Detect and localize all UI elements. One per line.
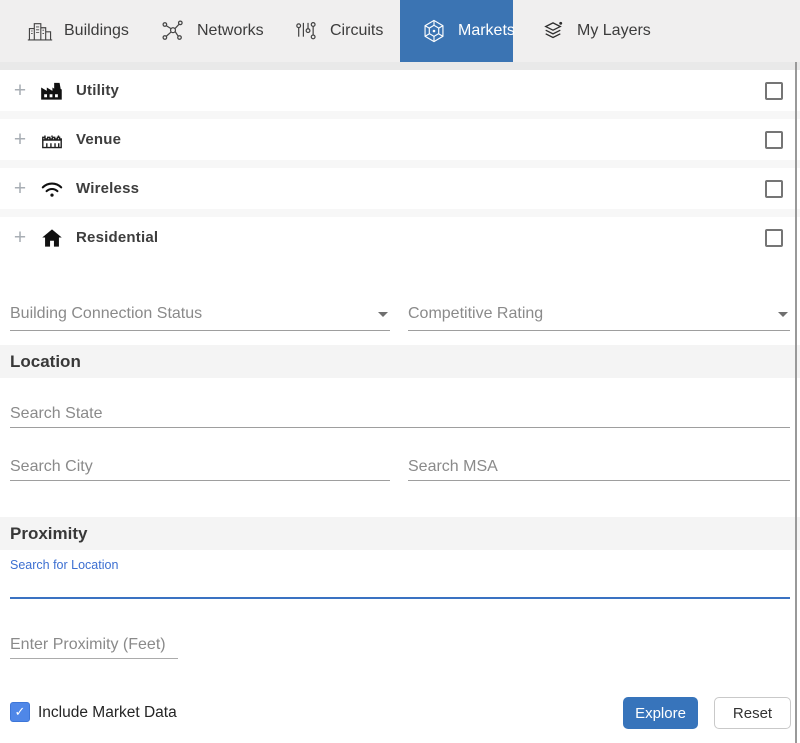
search-city-input[interactable] xyxy=(10,453,390,481)
search-state-input[interactable] xyxy=(10,400,790,428)
buildings-icon xyxy=(27,18,53,44)
tab-circuits[interactable]: Circuits xyxy=(266,0,400,62)
layer-label-venue: Venue xyxy=(76,131,122,148)
building-connection-status-value: Building Connection Status xyxy=(10,305,203,322)
expand-residential-button[interactable]: + xyxy=(10,227,30,248)
layers-icon xyxy=(540,18,566,44)
tab-markets-label: Markets xyxy=(458,22,515,39)
tab-markets[interactable]: Markets xyxy=(400,0,515,62)
include-market-data-checkbox[interactable]: ✓ xyxy=(10,702,30,722)
expand-venue-button[interactable]: + xyxy=(10,129,30,150)
venue-checkbox[interactable] xyxy=(765,131,783,149)
layer-label-utility: Utility xyxy=(76,82,120,99)
tab-circuits-label: Circuits xyxy=(330,22,384,39)
layer-label-residential: Residential xyxy=(76,229,159,246)
layer-row-venue: + Venue xyxy=(0,119,800,160)
proximity-feet-input[interactable] xyxy=(10,631,178,659)
search-location-input[interactable] xyxy=(10,576,790,599)
markets-icon xyxy=(421,18,447,44)
utility-checkbox[interactable] xyxy=(765,82,783,100)
tab-bar: Buildings Networks Circuits Markets My L… xyxy=(0,0,800,62)
stadium-icon xyxy=(39,127,65,153)
wifi-icon xyxy=(39,176,65,202)
search-msa-input[interactable] xyxy=(408,453,790,481)
dropdown-caret-icon xyxy=(778,312,788,317)
factory-icon xyxy=(39,78,65,104)
expand-utility-button[interactable]: + xyxy=(10,80,30,101)
layer-row-wireless: + Wireless xyxy=(0,168,800,209)
tab-networks-label: Networks xyxy=(197,22,264,39)
include-market-data-label: Include Market Data xyxy=(38,704,177,721)
layer-row-utility: + Utility xyxy=(0,70,800,111)
layer-row-residential: + Residential xyxy=(0,217,800,258)
competitive-rating-select[interactable]: Competitive Rating xyxy=(408,297,790,331)
expand-wireless-button[interactable]: + xyxy=(10,178,30,199)
location-section-header: Location xyxy=(0,345,800,378)
residential-checkbox[interactable] xyxy=(765,229,783,247)
competitive-rating-value: Competitive Rating xyxy=(408,305,544,322)
tab-my-layers-label: My Layers xyxy=(577,22,651,39)
layer-label-wireless: Wireless xyxy=(76,180,140,197)
market-layer-list: + Utility + Venue + Wireless + Residenti… xyxy=(0,70,800,258)
wireless-checkbox[interactable] xyxy=(765,180,783,198)
dropdown-caret-icon xyxy=(378,312,388,317)
tabbar-bottom-strip xyxy=(0,62,800,70)
explore-button[interactable]: Explore xyxy=(623,697,698,729)
search-location-label: Search for Location xyxy=(10,558,119,572)
tab-buildings-label: Buildings xyxy=(64,22,129,39)
panel-scrollbar[interactable] xyxy=(795,62,797,743)
building-connection-status-select[interactable]: Building Connection Status xyxy=(10,297,390,331)
tab-buildings[interactable]: Buildings xyxy=(0,0,133,62)
networks-icon xyxy=(160,18,186,44)
tab-networks[interactable]: Networks xyxy=(133,0,266,62)
reset-button[interactable]: Reset xyxy=(714,697,791,729)
home-icon xyxy=(39,225,65,251)
tab-my-layers[interactable]: My Layers xyxy=(513,0,673,62)
proximity-section-header: Proximity xyxy=(0,517,800,550)
circuits-icon xyxy=(293,18,319,44)
